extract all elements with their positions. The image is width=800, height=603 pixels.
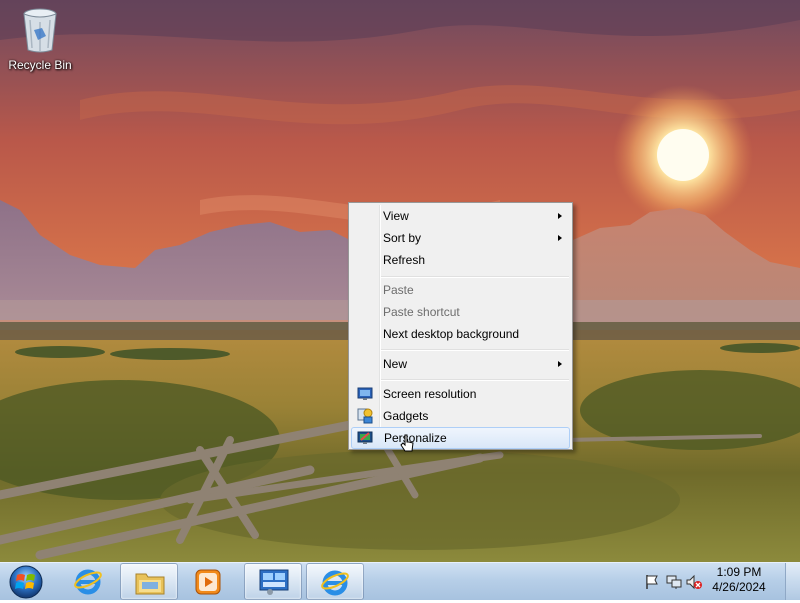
system-clock[interactable]: 1:09 PM 4/26/2024 [704, 565, 774, 595]
clock-date: 4/26/2024 [712, 580, 766, 594]
action-center-flag-icon[interactable] [644, 574, 660, 590]
gadgets-icon [357, 408, 373, 424]
windows-logo-icon [9, 565, 43, 599]
network-icon[interactable] [666, 574, 682, 590]
menu-separator [381, 379, 569, 381]
menu-item-label: Screen resolution [383, 387, 477, 401]
taskbar: 1:09 PM 4/26/2024 [0, 562, 800, 600]
control-panel-icon [259, 569, 289, 595]
taskbar-button-internet-explorer-2[interactable] [306, 563, 364, 600]
menu-item-next-desktop-background[interactable]: Next desktop background [351, 323, 570, 345]
taskbar-button-internet-explorer[interactable] [60, 563, 118, 600]
clock-time: 1:09 PM [716, 565, 762, 579]
menu-item-screen-resolution[interactable]: Screen resolution [351, 383, 570, 405]
menu-item-label: Paste shortcut [383, 305, 460, 319]
show-desktop-button[interactable] [785, 563, 800, 600]
windows-explorer-icon [135, 573, 165, 595]
internet-explorer-icon [74, 569, 102, 595]
menu-separator [381, 349, 569, 351]
start-button[interactable] [6, 564, 46, 600]
menu-item-label: Gadgets [383, 409, 429, 423]
menu-item-label: Next desktop background [383, 327, 520, 341]
submenu-arrow-icon [558, 213, 562, 219]
menu-item-paste-shortcut[interactable]: Paste shortcut [351, 301, 570, 323]
desktop-context-menu: View Sort by Refresh Paste Paste shortcu… [348, 202, 573, 450]
submenu-arrow-icon [558, 361, 562, 367]
menu-item-label: Refresh [383, 253, 426, 267]
menu-item-label: Paste [383, 283, 414, 297]
taskbar-button-media-player[interactable] [180, 563, 238, 600]
menu-item-sort-by[interactable]: Sort by [351, 227, 570, 249]
desktop-icon-recycle-bin[interactable]: Recycle Bin [6, 6, 74, 72]
recycle-bin-icon [20, 6, 60, 54]
menu-item-paste[interactable]: Paste [351, 279, 570, 301]
notification-area: 1:09 PM 4/26/2024 [630, 563, 800, 600]
volume-muted-icon[interactable] [686, 574, 702, 590]
monitor-icon [357, 386, 373, 402]
menu-item-label: New [383, 357, 408, 371]
personalize-icon [357, 430, 373, 446]
desktop-icon-label: Recycle Bin [8, 58, 72, 72]
media-player-icon [195, 569, 221, 595]
menu-separator [381, 276, 569, 278]
taskbar-button-control-panel[interactable] [244, 563, 302, 600]
menu-item-gadgets[interactable]: Gadgets [351, 405, 570, 427]
internet-explorer-icon [321, 570, 349, 596]
menu-item-new[interactable]: New [351, 353, 570, 375]
menu-item-view[interactable]: View [351, 205, 570, 227]
menu-item-label: View [383, 209, 409, 223]
menu-item-refresh[interactable]: Refresh [351, 249, 570, 271]
taskbar-button-windows-explorer[interactable] [120, 563, 178, 600]
submenu-arrow-icon [558, 235, 562, 241]
menu-item-personalize[interactable]: Personalize [351, 427, 570, 449]
menu-item-label: Sort by [383, 231, 422, 245]
mouse-cursor-icon [400, 434, 416, 454]
